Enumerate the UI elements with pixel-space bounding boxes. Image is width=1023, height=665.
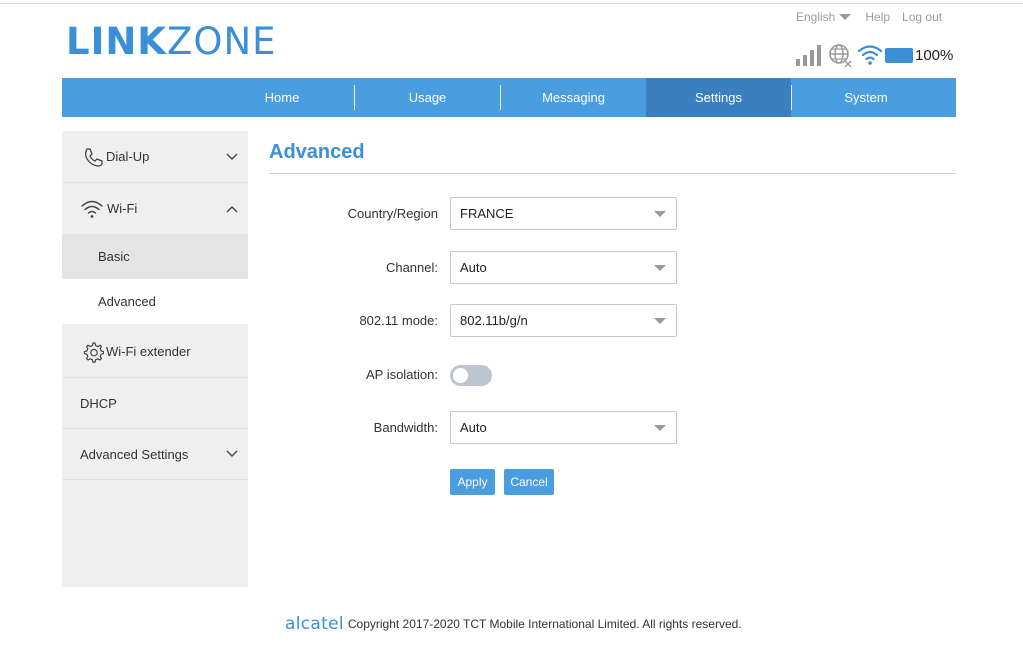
phone-icon — [85, 147, 103, 167]
channel-label: Channel: — [385, 260, 438, 275]
status-bar: 100% — [796, 42, 953, 68]
cancel-button[interactable]: Cancel — [504, 469, 554, 495]
country-select[interactable]: FRANCE — [450, 197, 677, 230]
sidebar-item-label: Wi-Fi — [107, 201, 138, 216]
apply-button[interactable]: Apply — [450, 469, 495, 495]
main-nav: Home Usage Messaging Settings System — [62, 78, 956, 117]
sidebar-item-wifi-extender[interactable]: Wi-Fi extender — [62, 326, 248, 377]
mode-label: 802.11 mode: — [359, 313, 438, 328]
sidebar-item-label: Wi-Fi extender — [106, 344, 191, 359]
ap-isolation-toggle[interactable] — [450, 365, 492, 386]
bandwidth-label: Bandwidth: — [373, 420, 438, 435]
ap-isolation-label: AP isolation: — [365, 367, 438, 382]
nav-tab-home[interactable]: Home — [210, 78, 354, 117]
dropdown-arrow-icon — [654, 211, 666, 217]
mode-value: 802.11b/g/n — [460, 313, 528, 328]
help-link[interactable]: Help — [865, 10, 890, 24]
logout-link[interactable]: Log out — [902, 10, 942, 24]
sidebar-item-advanced-settings[interactable]: Advanced Settings — [62, 429, 248, 479]
nav-tab-usage[interactable]: Usage — [355, 78, 500, 117]
dropdown-arrow-icon — [654, 318, 666, 324]
top-links: English Help Log out — [796, 10, 942, 24]
chevron-down-icon — [839, 14, 852, 20]
sidebar-item-label: Advanced Settings — [80, 446, 189, 462]
linkzone-logo: LINKZONE — [66, 20, 277, 63]
wifi-icon — [857, 45, 883, 65]
alcatel-logo: alcatel — [285, 614, 344, 634]
language-label: English — [796, 10, 836, 24]
signal-bars-icon — [796, 44, 821, 66]
country-value: FRANCE — [460, 206, 514, 221]
battery-level: 100% — [915, 46, 954, 64]
sidebar: Dial-Up Wi-Fi Basic Advanced Wi-Fi exten… — [62, 131, 248, 587]
footer: alcatel Copyright 2017-2020 TCT Mobile I… — [285, 614, 742, 634]
mode-select[interactable]: 802.11b/g/n — [450, 304, 677, 337]
nav-tab-system[interactable]: System — [792, 78, 940, 117]
chevron-up-icon — [226, 205, 238, 212]
country-label: Country/Region — [347, 206, 438, 221]
dropdown-arrow-icon — [654, 425, 666, 431]
sidebar-item-label: Dial-Up — [106, 149, 150, 164]
nav-tab-settings[interactable]: Settings — [646, 78, 791, 117]
sidebar-subitem-basic[interactable]: Basic — [62, 234, 248, 279]
bandwidth-value: Auto — [460, 420, 487, 435]
sidebar-item-label: DHCP — [80, 395, 117, 411]
battery-icon — [885, 47, 913, 63]
language-selector[interactable]: English — [796, 10, 865, 24]
top-border — [0, 0, 1023, 4]
wifi-icon — [81, 200, 103, 218]
sidebar-item-dialup[interactable]: Dial-Up — [62, 131, 248, 182]
sidebar-item-wifi[interactable]: Wi-Fi — [62, 183, 248, 234]
toggle-knob — [453, 368, 468, 383]
sidebar-subitem-advanced[interactable]: Advanced — [62, 279, 248, 324]
bandwidth-select[interactable]: Auto — [450, 411, 677, 444]
gear-icon — [83, 341, 104, 363]
dropdown-arrow-icon — [654, 265, 666, 271]
chevron-down-icon — [226, 153, 238, 160]
page-title: Advanced — [269, 141, 365, 163]
sidebar-item-dhcp[interactable]: DHCP — [62, 378, 248, 428]
chevron-down-icon — [226, 450, 238, 457]
channel-value: Auto — [460, 260, 487, 275]
divider — [269, 173, 956, 174]
channel-select[interactable]: Auto — [450, 251, 677, 284]
divider — [62, 479, 248, 480]
copyright-text: Copyright 2017-2020 TCT Mobile Internati… — [347, 617, 742, 631]
nav-tab-messaging[interactable]: Messaging — [501, 78, 646, 117]
globe-no-internet-icon — [829, 44, 852, 68]
